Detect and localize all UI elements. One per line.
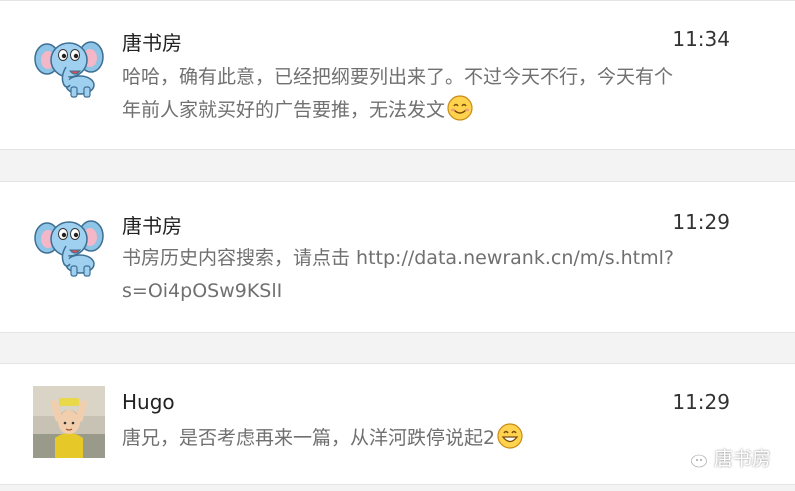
elephant-avatar[interactable]: [33, 206, 105, 278]
smile-emoji-icon: [447, 95, 473, 121]
wechat-icon: [680, 447, 707, 467]
elephant-avatar[interactable]: [33, 27, 105, 99]
message-card: Hugo 11:29 唐兄，是否考虑再来一篇，从洋河跌停说起2: [0, 363, 795, 485]
timestamp: 11:29: [672, 390, 730, 414]
message-card: 唐书房 11:29 书房历史内容搜索，请点击 http://data.newra…: [0, 181, 795, 333]
author-name: 唐书房: [122, 214, 182, 238]
message-text: 唐兄，是否考虑再来一篇，从洋河跌停说起2: [122, 422, 677, 455]
author-name: Hugo: [122, 390, 175, 414]
message-body: 唐兄，是否考虑再来一篇，从洋河跌停说起2: [122, 427, 496, 449]
watermark: 唐书房: [680, 444, 771, 471]
timestamp: 11:29: [672, 210, 730, 234]
message-text: 哈哈，确有此意，已经把纲要列出来了。不过今天不行，今天有个年前人家就买好的广告要…: [122, 61, 677, 127]
watermark-label: 唐书房: [713, 448, 771, 470]
message-body[interactable]: 书房历史内容搜索，请点击 http://data.newrank.cn/m/s.…: [122, 247, 674, 302]
child-photo-avatar[interactable]: [33, 386, 105, 458]
message-card: 唐书房 11:34 哈哈，确有此意，已经把纲要列出来了。不过今天不行，今天有个年…: [0, 0, 795, 150]
message-body: 哈哈，确有此意，已经把纲要列出来了。不过今天不行，今天有个年前人家就买好的广告要…: [122, 66, 674, 121]
grin-emoji-icon: [497, 423, 523, 449]
timestamp: 11:34: [672, 27, 730, 51]
author-name: 唐书房: [122, 31, 182, 55]
message-text: 书房历史内容搜索，请点击 http://data.newrank.cn/m/s.…: [122, 242, 677, 308]
